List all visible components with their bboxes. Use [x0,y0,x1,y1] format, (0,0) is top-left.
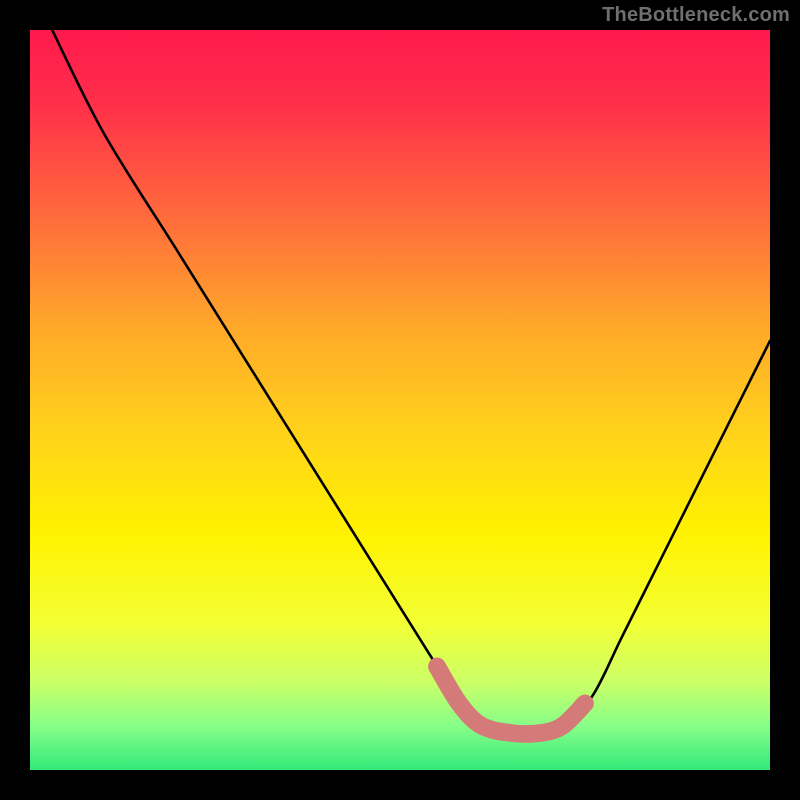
curve-layer [30,30,770,770]
optimal-segment [437,666,585,734]
plot-area [30,30,770,770]
bottleneck-curve [52,30,770,734]
watermark-text: TheBottleneck.com [602,4,790,27]
chart-frame: TheBottleneck.com [0,0,800,800]
